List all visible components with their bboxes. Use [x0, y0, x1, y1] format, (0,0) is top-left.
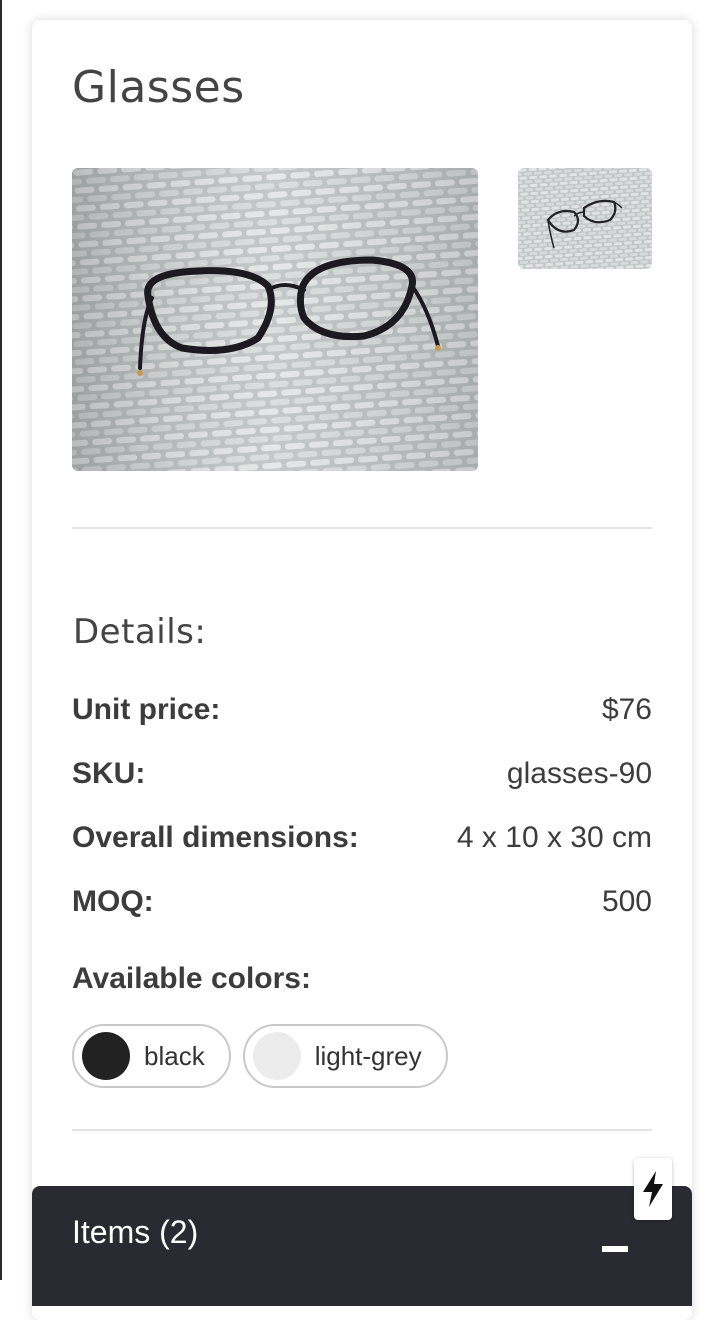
- section-divider: [72, 527, 652, 529]
- detail-value: 4 x 10 x 30 cm: [456, 821, 652, 854]
- color-name: black: [144, 1040, 205, 1071]
- detail-row-moq: MOQ: 500: [72, 882, 652, 922]
- glasses-thumbnail-icon: [518, 168, 652, 269]
- main-product-image: [72, 168, 478, 471]
- detail-row-dimensions: Overall dimensions: 4 x 10 x 30 cm: [72, 818, 652, 858]
- detail-row-sku: SKU: glasses-90: [72, 754, 652, 794]
- color-options: black light-grey: [72, 1024, 448, 1088]
- color-swatch: [252, 1032, 301, 1080]
- section-divider: [72, 1129, 652, 1131]
- glasses-photo-icon: [72, 168, 478, 471]
- items-count-label: Items (2): [72, 1214, 199, 1250]
- detail-label: SKU:: [72, 757, 146, 790]
- items-panel: Items (2): [32, 1186, 692, 1306]
- color-name: light-grey: [314, 1040, 422, 1071]
- collapse-toggle-button[interactable]: [592, 1222, 642, 1272]
- available-colors-label: Available colors:: [72, 962, 311, 995]
- color-chip-light-grey[interactable]: light-grey: [242, 1024, 448, 1088]
- detail-value: 500: [601, 885, 652, 918]
- product-title: Glasses: [72, 62, 245, 113]
- thumbnail-image[interactable]: [518, 168, 652, 269]
- minus-icon: [602, 1246, 628, 1252]
- detail-value: $76: [601, 693, 652, 726]
- lightning-bolt-icon: [643, 1171, 663, 1207]
- detail-row-unit-price: Unit price: $76: [72, 690, 652, 730]
- color-swatch: [82, 1032, 130, 1080]
- lightning-badge[interactable]: [634, 1158, 672, 1220]
- detail-label: MOQ:: [72, 885, 154, 918]
- color-chip-black[interactable]: black: [72, 1024, 231, 1088]
- detail-label: Unit price:: [72, 693, 221, 726]
- window-edge: [0, 0, 2, 1280]
- details-heading: Details:: [73, 612, 207, 652]
- detail-label: Overall dimensions:: [72, 821, 359, 854]
- detail-value: glasses-90: [506, 757, 652, 790]
